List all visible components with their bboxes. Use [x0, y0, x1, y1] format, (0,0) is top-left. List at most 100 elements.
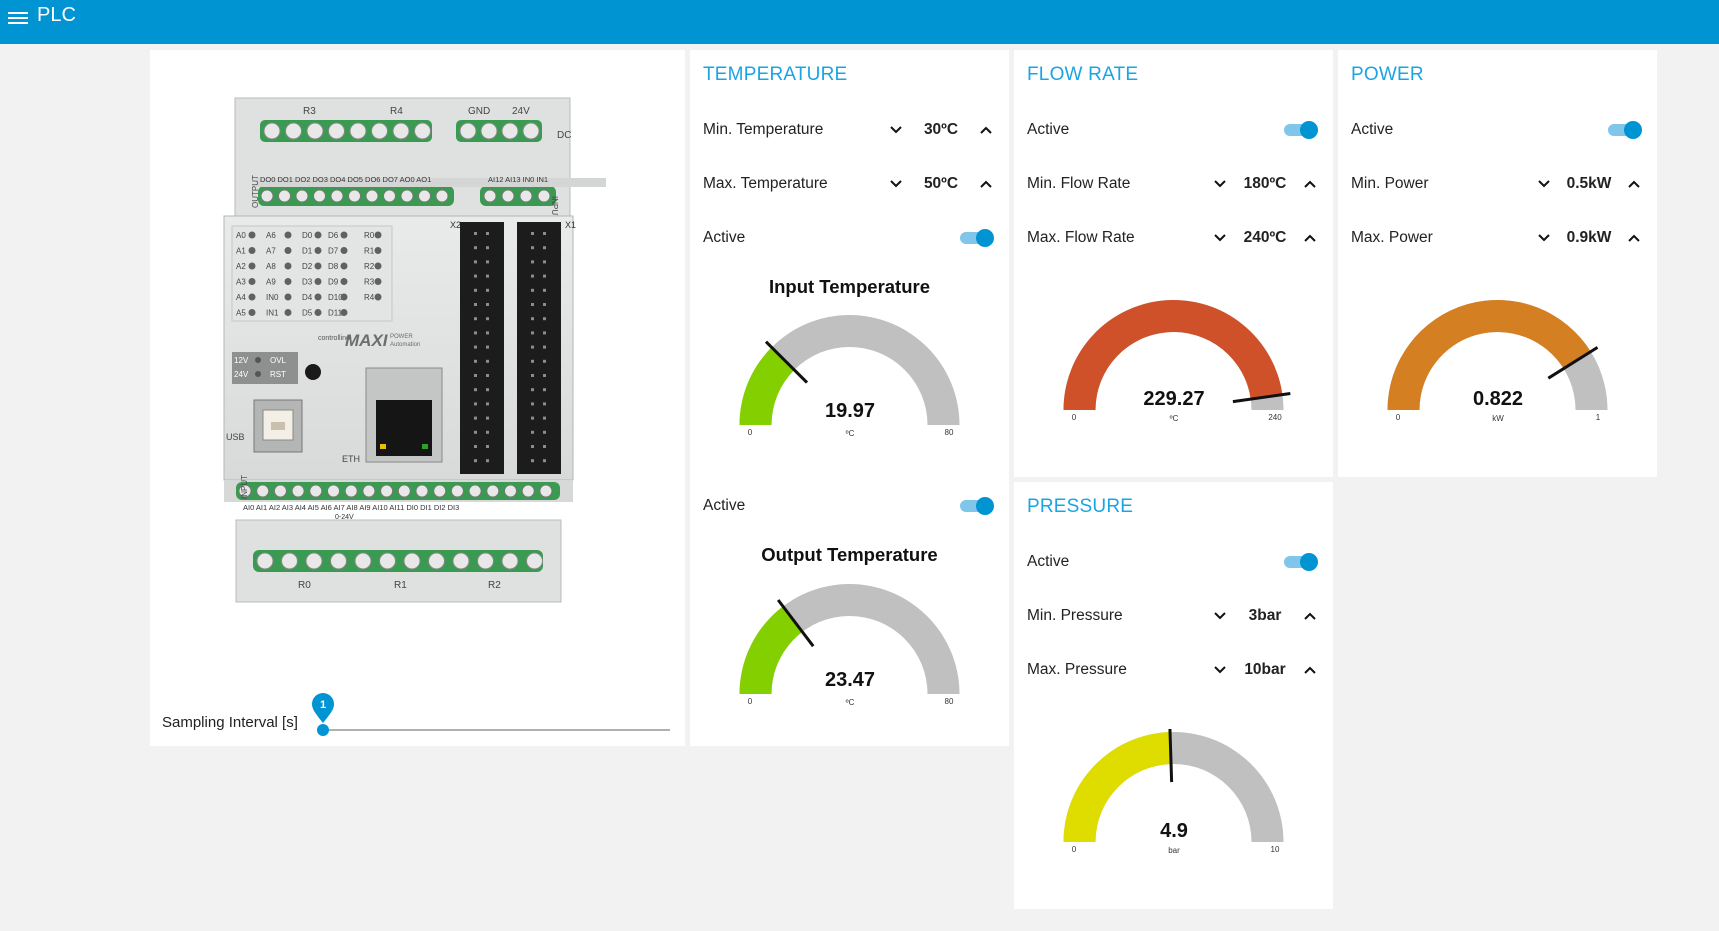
status-led	[248, 278, 256, 285]
led-label: R1	[364, 247, 375, 256]
min-temperature-label: Min. Temperature	[703, 121, 824, 138]
chevron-down-icon[interactable]	[1534, 174, 1554, 194]
chevron-down-icon[interactable]	[886, 120, 906, 140]
chevron-down-icon[interactable]	[1534, 228, 1554, 248]
chevron-up-icon[interactable]	[1300, 174, 1320, 194]
power-card: POWER Active Min. Power 0.5kW Max. Power…	[1338, 50, 1657, 477]
terminal-screw	[309, 484, 323, 498]
chevron-up-icon[interactable]	[1624, 174, 1644, 194]
app-title: PLC	[37, 4, 76, 26]
pressure-card: PRESSURE Active Min. Pressure 3bar Max. …	[1014, 482, 1333, 909]
chevron-down-icon[interactable]	[1210, 660, 1230, 680]
flow-active-toggle[interactable]	[1282, 121, 1318, 139]
header-pin	[474, 416, 477, 420]
x2-label: X2	[450, 220, 461, 230]
chevron-down-icon[interactable]	[1210, 228, 1230, 248]
max-power-row: Max. Power 0.9kW	[1351, 225, 1644, 251]
label-dc: DC	[557, 130, 571, 141]
hamburger-menu-icon[interactable]	[8, 9, 28, 25]
max-pressure-label: Max. Pressure	[1027, 661, 1127, 678]
max-power-value: 0.9kW	[1566, 229, 1612, 246]
terminal-screw	[452, 552, 470, 570]
power-active-row: Active	[1351, 117, 1644, 143]
header-pin	[474, 232, 477, 235]
max-pressure-row: Max. Pressure 10bar	[1027, 657, 1320, 683]
terminal-screw	[383, 189, 396, 203]
terminal-screw	[256, 484, 270, 498]
power-active-toggle[interactable]	[1606, 121, 1642, 139]
sampling-interval-value-pin: 1	[312, 693, 334, 723]
terminal-screw	[328, 122, 345, 140]
terminal-screw	[291, 484, 305, 498]
led-label: D3	[302, 278, 313, 287]
gauge-min: 0	[748, 428, 753, 437]
led-label: A1	[236, 247, 246, 256]
chevron-up-icon[interactable]	[1624, 228, 1644, 248]
gauge-min: 0	[1072, 413, 1077, 422]
status-led	[314, 262, 322, 270]
chevron-up-icon[interactable]	[1300, 660, 1320, 680]
led-label: D1	[302, 247, 313, 256]
output-temperature-active-toggle[interactable]	[958, 497, 994, 515]
header-pin	[531, 246, 534, 250]
status-led	[284, 278, 292, 285]
label-r4: R4	[390, 106, 403, 117]
gauge-needle	[1168, 729, 1174, 783]
gauge-max: 10	[1271, 845, 1280, 854]
sampling-interval-thumb[interactable]	[317, 724, 329, 736]
chevron-up-icon[interactable]	[1300, 228, 1320, 248]
header-pin	[531, 402, 534, 406]
status-led	[314, 293, 322, 301]
terminal-screw	[522, 122, 540, 140]
header-pin	[543, 331, 546, 335]
header-pin	[543, 445, 546, 448]
header-pin	[474, 331, 477, 335]
temperature-active-row: Active	[703, 225, 996, 251]
header-pin	[531, 274, 534, 278]
max-flow-row: Max. Flow Rate 240ºC	[1027, 225, 1320, 251]
header-pin	[543, 402, 546, 406]
chevron-up-icon[interactable]	[976, 120, 996, 140]
chevron-up-icon[interactable]	[976, 174, 996, 194]
header-pin	[543, 374, 546, 377]
max-pressure-value: 10bar	[1244, 661, 1286, 678]
header-pin	[486, 260, 489, 264]
temperature-title: TEMPERATURE	[703, 64, 848, 85]
led-label: A8	[266, 262, 276, 271]
status-led	[340, 278, 348, 285]
pressure-active-row: Active	[1027, 549, 1320, 575]
temperature-active-toggle[interactable]	[958, 229, 994, 247]
gauge-max: 1	[1596, 413, 1601, 422]
terminal-screw	[400, 189, 414, 203]
gauge-value: 0.822	[1473, 388, 1523, 410]
sampling-interval-track[interactable]	[324, 729, 670, 731]
terminal-screw	[504, 484, 517, 498]
led-label: R2	[364, 262, 375, 271]
output-temperature-active-row: Active	[703, 493, 996, 519]
pressure-active-toggle[interactable]	[1282, 553, 1318, 571]
header-pin	[543, 246, 546, 250]
led-label: D5	[302, 309, 313, 318]
led-label: IN1	[266, 309, 279, 318]
gauge-unit: ºC	[1170, 414, 1179, 423]
side-label-output: OUTPUT	[251, 175, 260, 208]
chevron-down-icon[interactable]	[1210, 174, 1230, 194]
gauge-unit: kW	[1492, 414, 1504, 423]
led-label: D2	[302, 262, 313, 271]
terminal-screw	[415, 484, 429, 498]
header-pin	[486, 416, 489, 420]
max-power-label: Max. Power	[1351, 229, 1433, 246]
chevron-up-icon[interactable]	[1300, 606, 1320, 626]
chevron-down-icon[interactable]	[886, 174, 906, 194]
terminal-screw	[526, 552, 543, 570]
status-led	[374, 278, 382, 285]
flow-rate-card: FLOW RATE Active Min. Flow Rate 180ºC Ma…	[1014, 50, 1333, 477]
max-flow-stepper: 240ºC	[1210, 225, 1320, 251]
terminal-screw	[537, 189, 551, 203]
header-pin	[474, 288, 477, 292]
model-sub-1: POWER	[390, 334, 413, 340]
max-power-stepper: 0.9kW	[1534, 225, 1644, 251]
chevron-down-icon[interactable]	[1210, 606, 1230, 626]
label-24v: 24V	[512, 106, 530, 117]
header-pin	[531, 345, 534, 349]
